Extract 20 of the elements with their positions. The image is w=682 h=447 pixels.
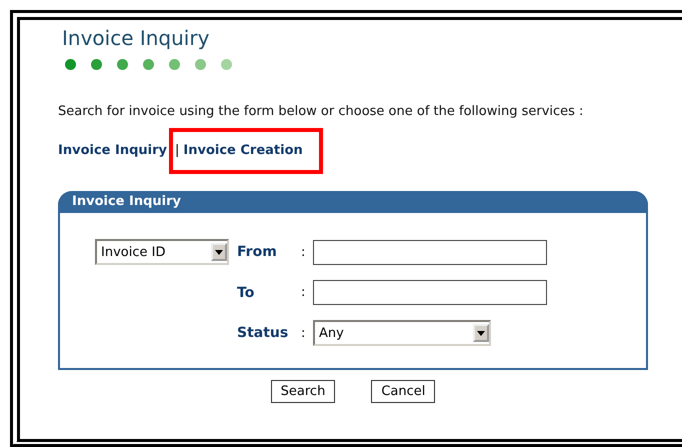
id-type-select[interactable]: Invoice ID: [95, 239, 229, 265]
service-link[interactable]: Invoice Inquiry: [58, 143, 167, 158]
field-label: From: [236, 244, 278, 260]
panel-header: Invoice Inquiry: [58, 191, 648, 213]
select-value: Invoice ID: [100, 244, 166, 260]
field-label: To: [236, 284, 256, 300]
page-title: Invoice Inquiry: [62, 26, 210, 50]
form-button[interactable]: Cancel: [371, 380, 436, 403]
text-field[interactable]: [313, 240, 547, 264]
status-select[interactable]: Any: [313, 320, 491, 346]
link-separator: |: [175, 143, 180, 158]
colon: :: [301, 326, 306, 340]
colon: :: [301, 285, 306, 300]
service-link[interactable]: Invoice Creation: [183, 143, 303, 158]
select-value: Any: [318, 326, 345, 340]
intro-text: Search for invoice using the form below or choose one of the following services :: [58, 104, 584, 119]
field-label: Status: [236, 325, 290, 341]
text-field[interactable]: [313, 280, 547, 305]
form-button[interactable]: Search: [270, 380, 336, 403]
colon: :: [301, 244, 306, 260]
